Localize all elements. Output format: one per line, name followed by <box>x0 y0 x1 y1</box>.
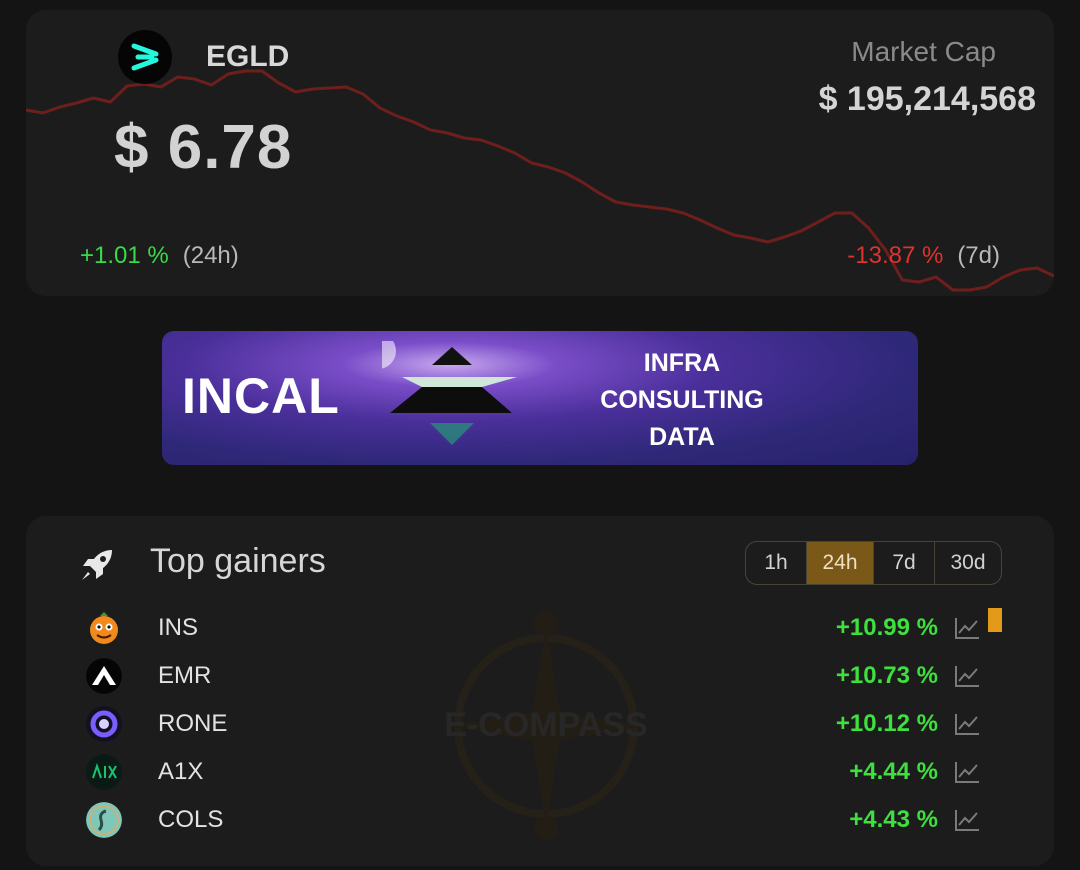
timeframe-24h-button[interactable]: 24h <box>806 542 873 584</box>
trend-chart-icon[interactable] <box>954 808 980 832</box>
gainer-change: +10.99 % <box>835 614 938 641</box>
gainer-symbol: A1X <box>158 758 204 785</box>
gainer-row-cols[interactable]: COLS +4.43 % <box>26 796 1054 844</box>
timeframe-1h-button[interactable]: 1h <box>746 542 806 584</box>
timeframe-7d-button[interactable]: 7d <box>873 542 934 584</box>
pyramid-logo-icon <box>382 341 517 445</box>
gainer-change: +4.44 % <box>849 758 938 785</box>
change-7d-value: -13.87 % <box>847 242 944 269</box>
egld-logo-icon <box>118 30 172 84</box>
change-24h: +1.01 % (24h) <box>80 242 239 270</box>
gainer-change: +10.73 % <box>835 662 938 689</box>
banner-line-data: DATA <box>649 423 715 451</box>
timeframe-selector: 1h 24h 7d 30d <box>745 541 1002 585</box>
gainer-row-a1x[interactable]: A1X +4.44 % <box>26 748 1054 796</box>
scroll-indicator[interactable] <box>988 608 1002 632</box>
banner-tagline: INFRA CONSULTING DATA <box>592 345 772 456</box>
trend-chart-icon[interactable] <box>954 760 980 784</box>
gainer-row-ins[interactable]: INS +10.99 % <box>26 604 1054 652</box>
cols-seahorse-icon <box>86 802 122 838</box>
gainer-symbol: INS <box>158 614 199 641</box>
gainer-row-emr[interactable]: EMR +10.73 % <box>26 652 1054 700</box>
top-gainers-card: E-COMPASS Top gainers 1h 24h 7d 30d INS … <box>26 516 1054 866</box>
rone-ring-icon <box>86 706 122 742</box>
market-cap-value: $ 195,214,568 <box>818 80 1036 118</box>
top-gainers-title: Top gainers <box>150 542 326 580</box>
market-cap-label: Market Cap <box>851 36 996 67</box>
ins-mascot-icon <box>86 610 122 646</box>
emr-mountain-icon <box>86 658 122 694</box>
gainer-change: +10.12 % <box>835 710 938 737</box>
banner-line-infra: INFRA <box>643 349 721 377</box>
gainer-symbol: EMR <box>158 662 212 689</box>
token-symbol: EGLD <box>206 40 290 73</box>
token-price-card[interactable]: EGLD $ 6.78 Market Cap $ 195,214,568 +1.… <box>26 10 1054 296</box>
banner-brand: INCAL <box>182 368 340 424</box>
a1x-icon <box>86 754 122 790</box>
incal-ad-banner[interactable]: INCAL INFRA CONSULTING DATA <box>162 331 918 465</box>
timeframe-30d-button[interactable]: 30d <box>934 542 1001 584</box>
change-7d-period: (7d) <box>957 242 1000 269</box>
gainer-change: +4.43 % <box>849 806 938 833</box>
change-7d: -13.87 % (7d) <box>847 242 1000 270</box>
banner-line-consulting: CONSULTING <box>600 386 764 414</box>
gainer-row-rone[interactable]: RONE +10.12 % <box>26 700 1054 748</box>
change-24h-value: +1.01 % <box>80 242 169 269</box>
gainer-symbol: COLS <box>158 806 224 833</box>
trend-chart-icon[interactable] <box>954 664 980 688</box>
rocket-icon <box>82 550 112 580</box>
change-24h-period: (24h) <box>182 242 239 269</box>
trend-chart-icon[interactable] <box>954 712 980 736</box>
token-price: $ 6.78 <box>114 113 293 182</box>
gainer-symbol: RONE <box>158 710 228 737</box>
trend-chart-icon[interactable] <box>954 616 980 640</box>
